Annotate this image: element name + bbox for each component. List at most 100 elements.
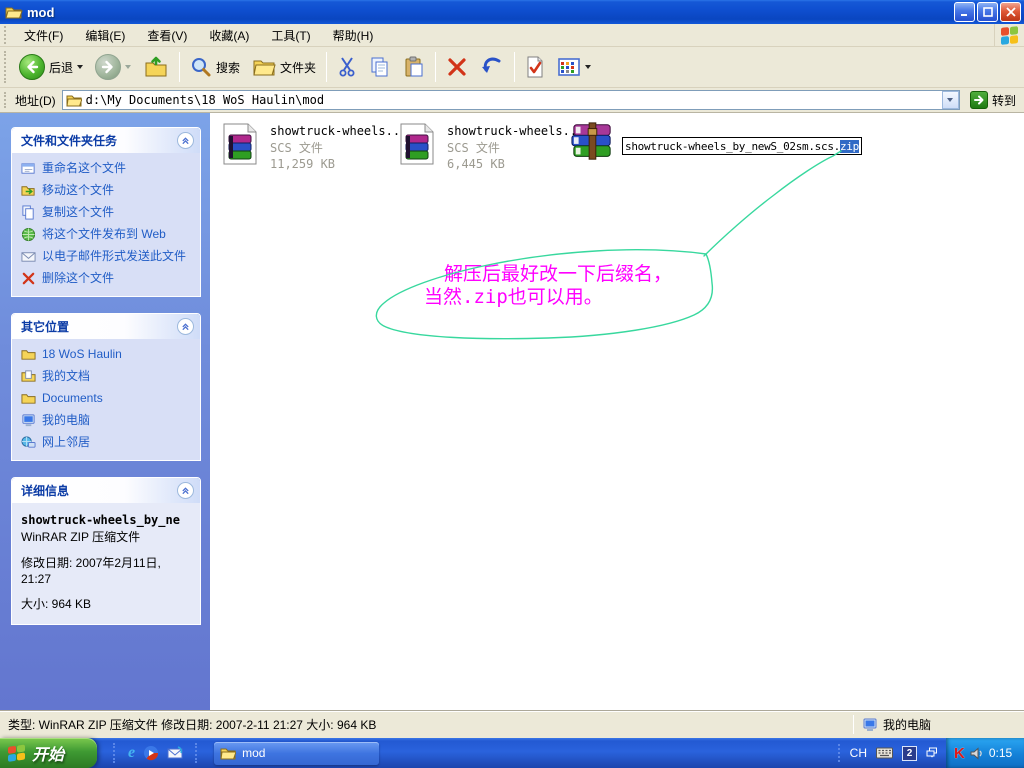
views-dropdown-caret[interactable]: [585, 65, 592, 69]
folder-icon: [21, 394, 36, 404]
panel-file-tasks-header[interactable]: 文件和文件夹任务: [12, 128, 200, 153]
address-combo[interactable]: d:\My Documents\18 WoS Haulin\mod: [61, 90, 960, 110]
panel-file-tasks-body: 重命名这个文件 移动这个文件 复制这个文件 将这个文件发布到 Web 以电子邮件…: [12, 153, 200, 296]
copy-icon: [371, 57, 388, 77]
task-label: 删除这个文件: [42, 271, 115, 285]
restore-windows-icon[interactable]: [926, 747, 938, 759]
search-button[interactable]: 搜索: [184, 53, 246, 81]
forward-button[interactable]: [89, 51, 137, 83]
address-input[interactable]: d:\My Documents\18 WoS Haulin\mod: [86, 93, 942, 107]
sync-button[interactable]: [519, 52, 551, 82]
media-player-icon[interactable]: [143, 745, 159, 761]
file-type: SCS 文件: [447, 141, 500, 155]
details-size: 大小: 964 KB: [21, 597, 92, 611]
toolbar-grip[interactable]: [4, 51, 9, 83]
task-publish-file[interactable]: 将这个文件发布到 Web: [21, 227, 194, 242]
rename-input[interactable]: showtruck-wheels_by_newS_02sm.scs. zip: [622, 137, 862, 155]
close-button[interactable]: [1000, 2, 1021, 22]
task-label: 重命名这个文件: [42, 161, 127, 175]
task-copy-file[interactable]: 复制这个文件: [21, 205, 194, 220]
go-button[interactable]: 转到: [966, 90, 1020, 110]
outlook-express-icon[interactable]: [167, 745, 183, 761]
address-bar: 地址(D) d:\My Documents\18 WoS Haulin\mod …: [0, 88, 1024, 113]
copy-button[interactable]: [363, 53, 397, 81]
desktop: mod 文件(F) 编辑(E) 查看(V) 收藏(A) 工具(T) 帮助(H): [0, 0, 1024, 768]
go-label: 转到: [991, 93, 1016, 108]
place-parent-folder[interactable]: 18 WoS Haulin: [21, 347, 194, 362]
file-tile-1[interactable]: showtruck-wheels... SCS 文件 11,259 KB: [218, 122, 407, 171]
up-button[interactable]: [137, 51, 175, 83]
rename-text-selected: zip: [839, 139, 859, 153]
views-button[interactable]: [551, 53, 597, 81]
addressbar-grip[interactable]: [4, 92, 9, 108]
collapse-chevron-icon[interactable]: [177, 132, 194, 149]
file-name[interactable]: showtruck-wheels...: [447, 124, 584, 138]
file-tile-3[interactable]: [570, 120, 614, 164]
keyboard-icon[interactable]: [876, 747, 893, 759]
file-list-area[interactable]: showtruck-wheels... SCS 文件 11,259 KB sho…: [210, 113, 1024, 710]
status-bar: 类型: WinRAR ZIP 压缩文件 修改日期: 2007-2-11 21:2…: [0, 710, 1024, 738]
task-delete-file[interactable]: 删除这个文件: [21, 271, 194, 286]
back-dropdown-caret[interactable]: [77, 65, 84, 69]
internet-explorer-icon[interactable]: e: [128, 745, 135, 761]
place-label: 我的电脑: [42, 413, 91, 427]
panel-details-header[interactable]: 详细信息: [12, 478, 200, 503]
back-button[interactable]: 后退: [13, 51, 89, 83]
task-label: 将这个文件发布到 Web: [42, 227, 166, 241]
volume-icon[interactable]: [970, 746, 984, 760]
details-modified-time: 21:27: [21, 572, 52, 586]
views-icon: [558, 58, 580, 76]
title-bar[interactable]: mod: [0, 0, 1024, 24]
folder-open-icon: [5, 7, 23, 19]
language-indicator[interactable]: CH: [850, 746, 867, 760]
toolbar-separator: [179, 52, 181, 82]
delete-button[interactable]: [440, 53, 474, 81]
place-my-computer[interactable]: 我的电脑: [21, 413, 194, 428]
panel-title: 其它位置: [21, 320, 70, 334]
task-email-file[interactable]: 以电子邮件形式发送此文件: [21, 249, 194, 264]
menu-file[interactable]: 文件(F): [13, 24, 74, 47]
collapse-chevron-icon[interactable]: [177, 318, 194, 335]
forward-dropdown-caret[interactable]: [125, 65, 132, 69]
menubar-grip[interactable]: [4, 26, 9, 44]
panel-other-places: 其它位置 18 WoS Haulin 我的文档 Documents 我的电脑 网…: [11, 313, 201, 461]
folders-button[interactable]: 文件夹: [246, 53, 322, 81]
details-filename: showtruck-wheels_by_ne: [21, 513, 180, 527]
window-title: mod: [27, 4, 55, 20]
place-network[interactable]: 网上邻居: [21, 435, 194, 450]
maximize-button[interactable]: [977, 2, 998, 22]
menu-help[interactable]: 帮助(H): [322, 24, 385, 47]
task-rename-file[interactable]: 重命名这个文件: [21, 161, 194, 176]
kaspersky-icon[interactable]: K: [954, 746, 965, 761]
panel-other-places-header[interactable]: 其它位置: [12, 314, 200, 339]
task-move-file[interactable]: 移动这个文件: [21, 183, 194, 198]
ime-icon[interactable]: 2: [902, 745, 917, 761]
place-my-documents[interactable]: 我的文档: [21, 369, 194, 384]
menu-view[interactable]: 查看(V): [136, 24, 198, 47]
address-label: 地址(D): [15, 93, 56, 108]
menu-edit[interactable]: 编辑(E): [74, 24, 136, 47]
file-type: SCS 文件: [270, 141, 323, 155]
start-button[interactable]: 开始: [0, 738, 97, 768]
file-name[interactable]: showtruck-wheels...: [270, 124, 407, 138]
panel-details: 详细信息 showtruck-wheels_by_ne WinRAR ZIP 压…: [11, 477, 201, 625]
collapse-chevron-icon[interactable]: [177, 482, 194, 499]
file-tile-2[interactable]: showtruck-wheels... SCS 文件 6,445 KB: [395, 122, 584, 171]
delete-x-icon: [22, 272, 35, 285]
start-label: 开始: [32, 747, 65, 764]
status-zone-label: 我的电脑: [883, 718, 932, 732]
menu-tools[interactable]: 工具(T): [260, 24, 321, 47]
menu-favorites[interactable]: 收藏(A): [198, 24, 260, 47]
cut-button[interactable]: [331, 53, 363, 81]
checkmark-document-icon: [527, 56, 543, 78]
quick-launch-grip[interactable]: [113, 743, 116, 763]
address-dropdown-button[interactable]: [941, 91, 959, 109]
close-icon: [1005, 7, 1016, 17]
taskbar-window-button[interactable]: mod: [214, 741, 380, 765]
minimize-button[interactable]: [954, 2, 975, 22]
paste-button[interactable]: [397, 53, 431, 81]
clock[interactable]: 0:15: [989, 746, 1012, 760]
place-documents[interactable]: Documents: [21, 391, 194, 406]
taskband-grip[interactable]: [195, 743, 198, 763]
undo-button[interactable]: [474, 53, 510, 81]
